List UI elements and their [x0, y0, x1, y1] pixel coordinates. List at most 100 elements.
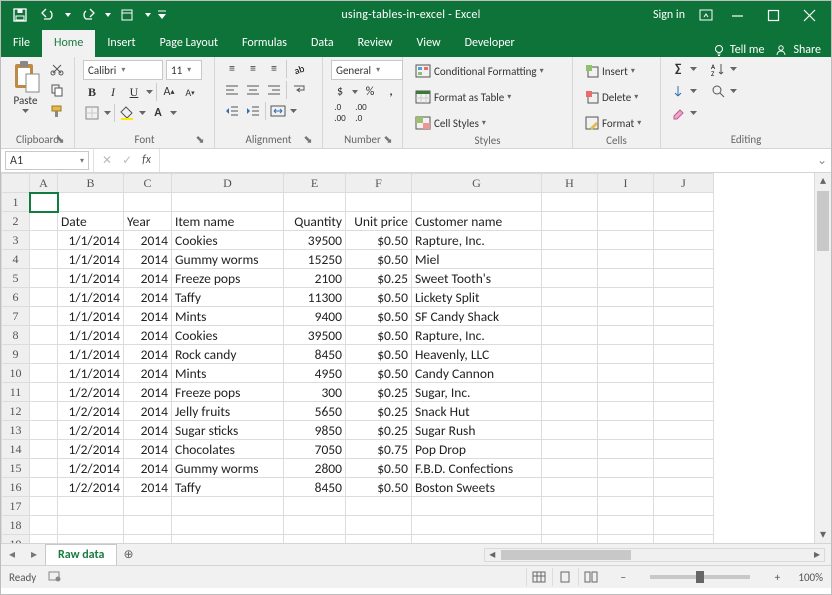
- fill-color-icon[interactable]: [118, 104, 136, 122]
- cell[interactable]: 2800: [284, 459, 346, 478]
- cell[interactable]: [58, 535, 124, 544]
- cell[interactable]: [654, 497, 714, 516]
- cell[interactable]: [58, 497, 124, 516]
- row-header[interactable]: 7: [2, 307, 30, 326]
- sheet-nav-prev-icon[interactable]: ◂: [1, 547, 23, 562]
- cell[interactable]: 300: [284, 383, 346, 402]
- cell[interactable]: 2014: [124, 440, 172, 459]
- cell[interactable]: Unit price: [346, 212, 412, 231]
- cell[interactable]: 15250: [284, 250, 346, 269]
- cell[interactable]: [30, 269, 58, 288]
- underline-button[interactable]: U: [125, 83, 143, 101]
- cell[interactable]: Quantity: [284, 212, 346, 231]
- cell[interactable]: [30, 345, 58, 364]
- cell[interactable]: 2014: [124, 459, 172, 478]
- merge-center-icon[interactable]: [269, 102, 287, 120]
- cell[interactable]: [172, 535, 284, 544]
- orientation-icon[interactable]: ab: [290, 60, 308, 78]
- cell[interactable]: Customer name: [412, 212, 542, 231]
- cell[interactable]: 1/2/2014: [58, 459, 124, 478]
- cell[interactable]: [598, 250, 654, 269]
- cell[interactable]: [542, 516, 598, 535]
- cell[interactable]: [654, 421, 714, 440]
- cell[interactable]: [598, 440, 654, 459]
- cell-styles-button[interactable]: Cell Styles▾: [411, 112, 490, 134]
- cell[interactable]: [598, 212, 654, 231]
- cell[interactable]: [598, 516, 654, 535]
- cell[interactable]: Candy Cannon: [412, 364, 542, 383]
- qat-customize-icon[interactable]: [155, 4, 169, 26]
- chevron-down-icon[interactable]: [139, 111, 146, 115]
- cell[interactable]: [346, 193, 412, 212]
- minimize-button[interactable]: [719, 4, 755, 26]
- qat-custom-dropdown-icon[interactable]: [143, 4, 153, 26]
- formula-bar[interactable]: [159, 149, 813, 172]
- increase-decimal-icon[interactable]: .0.00: [331, 104, 349, 122]
- cell[interactable]: [30, 250, 58, 269]
- cell[interactable]: [412, 497, 542, 516]
- sheet-nav-next-icon[interactable]: ▸: [23, 547, 45, 562]
- cell[interactable]: $0.50: [346, 459, 412, 478]
- cell[interactable]: $0.75: [346, 440, 412, 459]
- zoom-out-button[interactable]: −: [614, 571, 632, 584]
- cell[interactable]: [30, 364, 58, 383]
- comma-format-icon[interactable]: ,: [382, 83, 400, 101]
- cell[interactable]: [412, 535, 542, 544]
- cell[interactable]: [172, 193, 284, 212]
- cell[interactable]: [30, 535, 58, 544]
- find-select-icon[interactable]: [709, 82, 727, 100]
- cell[interactable]: [412, 193, 542, 212]
- cell[interactable]: [598, 402, 654, 421]
- fill-icon[interactable]: [669, 82, 687, 100]
- align-right-icon[interactable]: [265, 81, 283, 99]
- tab-developer[interactable]: Developer: [453, 30, 527, 57]
- italic-button[interactable]: I: [104, 83, 122, 101]
- cell[interactable]: 1/1/2014: [58, 250, 124, 269]
- cell[interactable]: $0.50: [346, 345, 412, 364]
- align-bottom-icon[interactable]: ≡: [265, 60, 283, 78]
- tab-review[interactable]: Review: [346, 30, 405, 57]
- decrease-indent-icon[interactable]: [223, 102, 241, 120]
- normal-view-icon[interactable]: [526, 568, 550, 586]
- chevron-down-icon[interactable]: [352, 90, 358, 94]
- cell[interactable]: 2014: [124, 402, 172, 421]
- cell[interactable]: 2014: [124, 307, 172, 326]
- redo-dropdown-icon[interactable]: [103, 4, 113, 26]
- cell[interactable]: [284, 497, 346, 516]
- increase-font-icon[interactable]: A▴: [160, 83, 178, 101]
- cell[interactable]: Rapture, Inc.: [412, 326, 542, 345]
- cell[interactable]: 5650: [284, 402, 346, 421]
- sort-filter-icon[interactable]: AZ: [709, 60, 727, 78]
- cell[interactable]: [30, 231, 58, 250]
- cell[interactable]: 11300: [284, 288, 346, 307]
- name-box[interactable]: A1▾: [5, 151, 89, 170]
- cell[interactable]: [654, 193, 714, 212]
- cell[interactable]: $0.50: [346, 478, 412, 497]
- column-header[interactable]: J: [654, 174, 714, 193]
- row-header[interactable]: 1: [2, 193, 30, 212]
- column-header[interactable]: G: [412, 174, 542, 193]
- chevron-down-icon[interactable]: [690, 111, 697, 115]
- cell[interactable]: 7050: [284, 440, 346, 459]
- cell[interactable]: 1/1/2014: [58, 231, 124, 250]
- cell[interactable]: $0.50: [346, 364, 412, 383]
- clear-icon[interactable]: [669, 104, 687, 122]
- cell[interactable]: Heavenly, LLC: [412, 345, 542, 364]
- cell[interactable]: 8450: [284, 345, 346, 364]
- cell[interactable]: Chocolates: [172, 440, 284, 459]
- cell[interactable]: 1/1/2014: [58, 288, 124, 307]
- close-button[interactable]: [791, 4, 827, 26]
- cell[interactable]: Freeze pops: [172, 269, 284, 288]
- cell[interactable]: $0.25: [346, 383, 412, 402]
- row-header[interactable]: 10: [2, 364, 30, 383]
- enter-formula-icon[interactable]: ✓: [122, 153, 132, 168]
- align-middle-icon[interactable]: ≡: [244, 60, 262, 78]
- tab-file[interactable]: File: [1, 30, 42, 57]
- cell[interactable]: [30, 383, 58, 402]
- chevron-down-icon[interactable]: [290, 109, 297, 113]
- font-size-select[interactable]: 11▾: [166, 60, 202, 80]
- cell[interactable]: 1/1/2014: [58, 307, 124, 326]
- cell[interactable]: 8450: [284, 478, 346, 497]
- cell[interactable]: 1/2/2014: [58, 383, 124, 402]
- sign-in-link[interactable]: Sign in: [653, 8, 685, 22]
